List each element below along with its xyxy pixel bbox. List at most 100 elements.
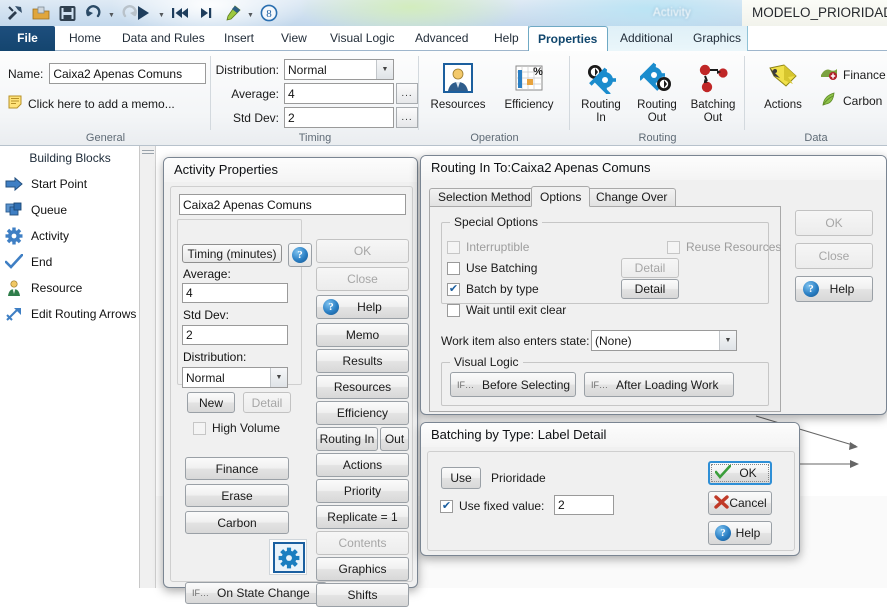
- finance-button[interactable]: Finance: [820, 65, 886, 84]
- actions-button[interactable]: Actions: [749, 57, 817, 112]
- sidebar-item-start-point[interactable]: Start Point: [4, 171, 140, 197]
- routing-ok-button[interactable]: OK: [795, 210, 873, 236]
- carbon-button[interactable]: Carbon: [185, 511, 289, 534]
- tab-graphics[interactable]: Graphics: [684, 26, 750, 51]
- tab-help[interactable]: Help: [485, 26, 528, 51]
- tab-visual-logic[interactable]: Visual Logic: [321, 26, 404, 51]
- activity-shifts-button[interactable]: Shifts: [316, 583, 409, 607]
- routing-close-button[interactable]: Close: [795, 243, 873, 269]
- step-end-icon[interactable]: [193, 2, 219, 24]
- stddev-ellipsis-button[interactable]: ...: [396, 107, 418, 128]
- activity-results-button[interactable]: Results: [316, 349, 409, 373]
- use-batching-detail-button[interactable]: Detail: [621, 258, 679, 278]
- fixed-value-input[interactable]: [554, 495, 614, 515]
- erase-button[interactable]: Erase: [185, 484, 289, 507]
- efficiency-button[interactable]: % Efficiency: [495, 57, 563, 112]
- memo-row[interactable]: Click here to add a memo...: [8, 95, 175, 112]
- tab-file[interactable]: File: [0, 26, 55, 51]
- high-volume-checkbox-row[interactable]: High Volume: [193, 421, 280, 435]
- batch-ok-button[interactable]: OK: [708, 461, 772, 485]
- high-volume-checkbox[interactable]: [193, 421, 206, 435]
- distribution-combo[interactable]: Normal ▼: [284, 59, 394, 80]
- batch-cancel-button[interactable]: Cancel: [708, 491, 772, 515]
- highlight-icon[interactable]: [219, 2, 245, 24]
- activity-distribution-combo[interactable]: Normal ▼: [182, 367, 288, 388]
- tab-selection-method[interactable]: Selection Method: [429, 188, 540, 206]
- tab-additional[interactable]: Additional: [611, 26, 682, 51]
- activity-name-input[interactable]: [179, 194, 406, 215]
- activity-resources-button[interactable]: Resources: [316, 375, 409, 399]
- interruptible-checkbox[interactable]: [447, 240, 460, 254]
- routing-in-button[interactable]: Routing In: [572, 57, 630, 125]
- activity-actions-button[interactable]: Actions: [316, 453, 409, 477]
- carbon-button[interactable]: Carbon: [820, 91, 882, 110]
- activity-gear-thumbnail[interactable]: [269, 539, 307, 575]
- sidebar-item-queue[interactable]: Queue: [4, 197, 140, 223]
- reuse-resources-checkbox[interactable]: [667, 240, 680, 254]
- activity-help-button[interactable]: ? Help: [316, 295, 409, 319]
- interruptible-checkbox-row[interactable]: Interruptible: [447, 240, 529, 254]
- tab-options[interactable]: Options: [531, 186, 591, 207]
- activity-priority-button[interactable]: Priority: [316, 479, 409, 503]
- finance-button[interactable]: Finance: [185, 457, 289, 480]
- run-dropdown-icon[interactable]: ▼: [156, 2, 167, 24]
- chevron-down-icon[interactable]: ▼: [719, 331, 736, 350]
- distribution-detail-button[interactable]: Detail: [243, 392, 291, 413]
- use-label-button[interactable]: Use: [441, 467, 481, 489]
- name-input[interactable]: [49, 63, 207, 84]
- activity-ok-button[interactable]: OK: [316, 239, 409, 263]
- clock-icon[interactable]: 8: [256, 2, 282, 24]
- activity-routing-out-button[interactable]: Out: [380, 427, 409, 451]
- routing-help-button[interactable]: ? Help: [795, 276, 873, 302]
- tab-home[interactable]: Home: [60, 26, 110, 51]
- chevron-down-icon[interactable]: ▼: [376, 60, 393, 79]
- activity-stddev-input[interactable]: [182, 325, 288, 345]
- save-icon[interactable]: [54, 2, 80, 24]
- wait-until-exit-clear-checkbox[interactable]: [447, 303, 460, 317]
- use-fixed-value-checkbox[interactable]: ✔: [440, 499, 453, 513]
- customize-icon[interactable]: [2, 2, 28, 24]
- tab-view[interactable]: View: [272, 26, 316, 51]
- use-fixed-value-checkbox-row[interactable]: ✔ Use fixed value:: [440, 499, 544, 513]
- activity-routing-in-button[interactable]: Routing In: [316, 427, 378, 451]
- resources-button[interactable]: Resources: [424, 57, 492, 112]
- activity-replicate-button[interactable]: Replicate = 1: [316, 505, 409, 529]
- highlight-dropdown-icon[interactable]: ▼: [245, 2, 256, 24]
- undo-icon[interactable]: [80, 2, 106, 24]
- activity-efficiency-button[interactable]: Efficiency: [316, 401, 409, 425]
- before-selecting-button[interactable]: IF… Before Selecting: [450, 372, 576, 397]
- batching-out-button[interactable]: Batching Out: [684, 57, 742, 125]
- timing-units-button[interactable]: Timing (minutes): [182, 244, 282, 263]
- panel-splitter[interactable]: [140, 146, 156, 588]
- batch-by-type-checkbox[interactable]: ✔: [447, 282, 460, 296]
- work-item-state-combo[interactable]: (None) ▼: [591, 330, 737, 351]
- activity-close-button[interactable]: Close: [316, 267, 409, 291]
- sidebar-item-end[interactable]: End: [4, 249, 140, 275]
- tab-properties[interactable]: Properties: [528, 26, 608, 52]
- batch-help-button[interactable]: ? Help: [708, 521, 772, 545]
- use-batching-checkbox-row[interactable]: Use Batching: [447, 261, 537, 275]
- tab-insert[interactable]: Insert: [215, 26, 263, 51]
- stddev-input[interactable]: [284, 107, 394, 128]
- batch-by-type-detail-button[interactable]: Detail: [621, 279, 679, 299]
- run-icon[interactable]: [130, 2, 156, 24]
- activity-average-input[interactable]: [182, 283, 288, 303]
- routing-out-button[interactable]: Routing Out: [628, 57, 686, 125]
- after-loading-work-button[interactable]: IF… After Loading Work: [584, 372, 734, 397]
- sidebar-item-edit-routing-arrows[interactable]: Edit Routing Arrows: [4, 301, 140, 327]
- tab-advanced[interactable]: Advanced: [406, 26, 477, 51]
- wait-until-exit-clear-checkbox-row[interactable]: Wait until exit clear: [447, 303, 566, 317]
- undo-dropdown-icon[interactable]: ▼: [106, 2, 117, 24]
- sidebar-item-resource[interactable]: Resource: [4, 275, 140, 301]
- on-state-change-button[interactable]: IF… On State Change: [185, 582, 327, 604]
- sidebar-item-activity[interactable]: Activity: [4, 223, 140, 249]
- average-input[interactable]: [284, 83, 394, 104]
- open-icon[interactable]: [28, 2, 54, 24]
- use-batching-checkbox[interactable]: [447, 261, 460, 275]
- timing-help-button[interactable]: ?: [288, 243, 312, 267]
- tab-data-and-rules[interactable]: Data and Rules: [113, 26, 214, 51]
- chevron-down-icon[interactable]: ▼: [270, 368, 287, 387]
- tab-change-over[interactable]: Change Over: [587, 188, 677, 206]
- batch-by-type-checkbox-row[interactable]: ✔ Batch by type: [447, 282, 539, 296]
- average-ellipsis-button[interactable]: ...: [396, 83, 418, 104]
